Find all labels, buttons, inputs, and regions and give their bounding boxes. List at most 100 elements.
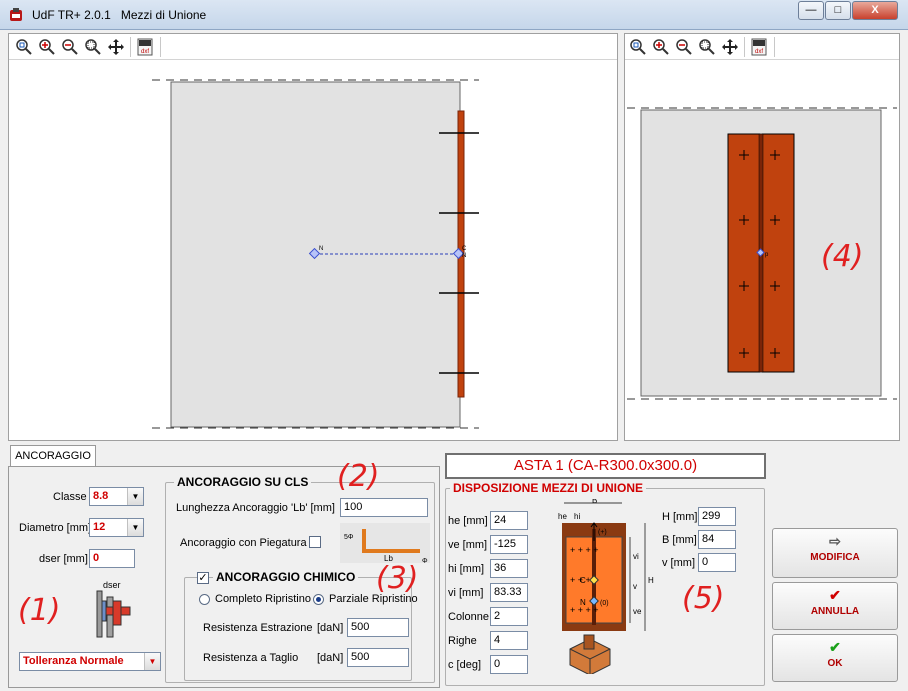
field-input[interactable]: -125 [490,535,528,554]
piegatura-label: Ancoraggio con Piegatura [180,537,307,549]
group-title: DISPOSIZIONE MEZZI DI UNIONE [450,481,647,495]
completo-label: Completo Ripristino [215,593,311,605]
close-button[interactable]: X [852,1,898,20]
estrazione-input[interactable]: 500 [347,618,409,637]
field-label: he [mm] [448,515,488,527]
export-dxf-icon[interactable]: dxf [750,38,768,56]
elevation-view-panel[interactable]: dxf N C N [8,33,618,441]
field-label: vi [mm] [448,587,484,599]
annotation-3: (3) [376,561,419,596]
annotation-4: (4) [821,239,864,274]
tab-ancoraggio[interactable]: ANCORAGGIO [10,445,96,467]
bolt-tolerance-diagram: dser [96,580,131,638]
field-label: Colonne [448,611,489,623]
diametro-label: Diametro [mm] [19,522,92,534]
field-input[interactable]: 83.33 [490,583,528,602]
plan-toolbar: dxf [625,34,899,60]
taglio-input[interactable]: 500 [347,648,409,667]
field-label: v [mm] [662,557,695,569]
field-input[interactable]: 24 [490,511,528,530]
svg-text:H: H [648,576,654,585]
annotation-1: (1) [18,593,61,628]
svg-text:dxf: dxf [755,49,763,55]
diametro-select[interactable]: 12 ▼ [89,518,144,537]
maximize-button[interactable]: □ [825,1,851,20]
dser-input[interactable]: 0 [89,549,135,568]
node-label: N [319,246,323,252]
lunghezza-label: Lunghezza Ancoraggio 'Lb' [mm] [176,502,335,514]
piegatura-checkbox[interactable] [309,536,321,548]
svg-text:Φ: Φ [422,558,428,563]
edit-icon: ⇨ [829,533,841,549]
annotation-5: (5) [682,581,725,616]
zoom-window-icon[interactable] [698,38,716,56]
field-input[interactable]: 36 [490,559,528,578]
field-input[interactable]: 84 [698,530,736,549]
field-input[interactable]: 2 [490,607,528,626]
chevron-down-icon[interactable]: ▼ [127,519,143,536]
svg-text:B: B [592,499,597,505]
connection-diagram: B he hi (+) + + + + + + + + + + + + C N … [558,499,654,674]
svg-text:dxf: dxf [141,49,149,55]
taglio-unit: [daN] [317,652,344,664]
cancel-check-icon: ✔ [829,587,841,603]
svg-text:dser: dser [103,580,121,590]
node-label: C [462,246,467,252]
pan-icon[interactable] [721,38,739,56]
elevation-toolbar: dxf [9,34,617,60]
svg-text:ve: ve [633,607,642,616]
chimico-checkbox[interactable]: ✓ [197,572,209,584]
pan-icon[interactable] [107,38,125,56]
classe-label: Classe [53,491,87,503]
ok-button[interactable]: ✔ OK [772,634,898,682]
field-input[interactable]: 0 [698,553,736,572]
parziale-radio[interactable] [313,594,324,605]
minimize-button[interactable]: — [798,1,824,20]
field-input[interactable]: 4 [490,631,528,650]
estrazione-label: Resistenza Estrazione [203,622,313,634]
node-label: N [462,253,466,259]
svg-text:vi: vi [633,552,639,561]
svg-text:5Φ: 5Φ [344,534,354,541]
export-dxf-icon[interactable]: dxf [136,38,154,56]
window-title: UdF TR+ 2.0.1 Mezzi di Unione [32,8,207,22]
zoom-in-icon[interactable] [38,38,56,56]
plan-view-panel[interactable]: dxf p (4) [624,33,900,441]
field-label: ve [mm] [448,539,488,551]
annotation-2: (2) [337,459,380,494]
classe-select[interactable]: 8.8 ▼ [89,487,144,506]
chevron-down-icon[interactable]: ▼ [127,488,143,505]
zoom-window-icon[interactable] [84,38,102,56]
field-label: Righe [448,635,477,647]
completo-radio[interactable] [199,594,210,605]
field-input[interactable]: 299 [698,507,736,526]
annulla-button[interactable]: ✔ ANNULLA [772,582,898,630]
svg-text:C: C [580,576,586,585]
svg-text:(0): (0) [600,600,609,607]
modifica-button[interactable]: ⇨ MODIFICA [772,528,898,578]
tolleranza-select[interactable]: Tolleranza Normale ▼ [19,652,161,671]
chevron-down-icon[interactable]: ▼ [144,653,160,670]
bolt-mark-plus: + + + + [570,545,599,555]
app-icon [10,8,22,21]
svg-text:he: he [558,512,567,521]
zoom-out-icon[interactable] [61,38,79,56]
toolbar-separator [774,37,775,57]
zoom-in-icon[interactable] [652,38,670,56]
zoom-fit-icon[interactable] [15,38,33,56]
svg-text:v: v [633,582,637,591]
title-bar: UdF TR+ 2.0.1 Mezzi di Unione — □ X [0,0,908,30]
properties-area: ANCORAGGIO Classe 8.8 ▼ Diametro [mm] 12 ▼… [0,443,908,691]
field-input[interactable]: 0 [490,655,528,674]
field-label: hi [mm] [448,563,485,575]
hook-anchor-diagram: 5Φ Lb Φ [340,523,430,563]
steel-plate-left [727,133,761,373]
group-title: ANCORAGGIO SU CLS [174,475,312,489]
field-label: c [deg] [448,659,482,671]
zoom-fit-icon[interactable] [629,38,647,56]
dser-label: dser [mm] [39,553,88,565]
zoom-out-icon[interactable] [675,38,693,56]
ok-check-icon: ✔ [829,639,841,655]
toolbar-separator [160,37,161,57]
lunghezza-input[interactable]: 100 [340,498,428,517]
